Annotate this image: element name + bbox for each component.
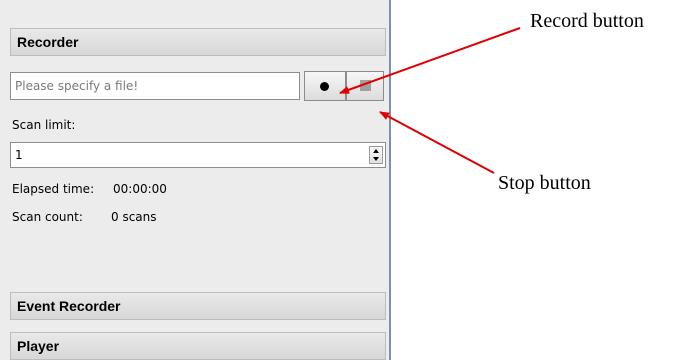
- stop-icon: [360, 80, 371, 91]
- scan-count-label: Scan count:: [12, 210, 83, 224]
- scan-limit-label: Scan limit:: [12, 118, 76, 132]
- player-section-header[interactable]: Player: [10, 332, 386, 360]
- stop-button[interactable]: [346, 71, 384, 101]
- stop-button-annotation: Stop button: [498, 172, 591, 194]
- recorder-section-header[interactable]: Recorder: [10, 28, 386, 56]
- elapsed-time-value: 00:00:00: [113, 182, 167, 196]
- stop-arrow: [379, 111, 495, 174]
- panel-border: [389, 0, 391, 360]
- recorder-panel: Recorder Please specify a file! Scan lim…: [0, 0, 390, 360]
- scan-limit-spinbox[interactable]: 1: [10, 142, 386, 168]
- record-icon: [320, 82, 329, 91]
- elapsed-time-label: Elapsed time:: [12, 182, 95, 196]
- spin-down-icon[interactable]: [373, 157, 379, 161]
- record-button[interactable]: [304, 71, 346, 101]
- event-recorder-section-header[interactable]: Event Recorder: [10, 292, 386, 320]
- record-button-annotation: Record button: [530, 10, 644, 32]
- scan-limit-value: 1: [15, 148, 23, 162]
- spin-up-icon[interactable]: [373, 149, 379, 153]
- file-path-input[interactable]: Please specify a file!: [10, 72, 300, 100]
- scan-count-value: 0 scans: [111, 210, 157, 224]
- spin-arrows-icon[interactable]: [369, 146, 383, 164]
